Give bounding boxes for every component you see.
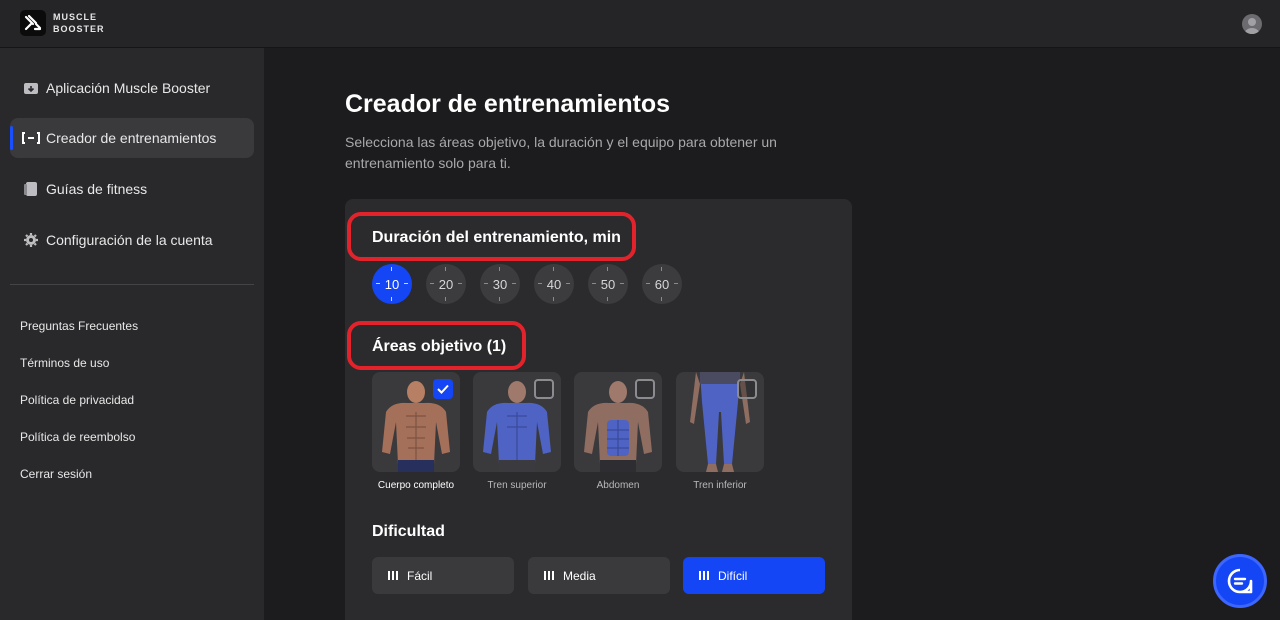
link-terms[interactable]: Términos de uso [20, 356, 109, 370]
link-privacy[interactable]: Política de privacidad [20, 393, 134, 407]
area-label-lower-body: Tren inferior [693, 480, 747, 491]
area-checkbox[interactable] [534, 379, 554, 399]
link-faq[interactable]: Preguntas Frecuentes [20, 319, 138, 333]
area-card-upper-body[interactable] [473, 372, 561, 472]
difficulty-section-title: Dificultad [372, 523, 445, 540]
difficulty-label: Difícil [718, 568, 748, 583]
sidebar-item-label: Aplicación Muscle Booster [46, 80, 211, 96]
difficulty-medium-button[interactable]: Media [528, 557, 670, 594]
duration-option-label: 30 [492, 276, 508, 292]
user-avatar[interactable] [1242, 14, 1262, 34]
page-title: Creador de entrenamientos [345, 90, 671, 118]
difficulty-bars-icon [699, 571, 709, 580]
link-logout[interactable]: Cerrar sesión [20, 467, 92, 481]
difficulty-label: Media [563, 568, 596, 583]
page-description: Selecciona las áreas objetivo, la duraci… [345, 134, 777, 171]
brand-line-1: MUSCLE [53, 12, 97, 22]
area-checkbox-checked[interactable] [433, 379, 453, 399]
duration-option-10[interactable]: 10 [372, 264, 412, 304]
area-label-abs: Abdomen [596, 480, 640, 491]
difficulty-easy-button[interactable]: Fácil [372, 557, 514, 594]
gear-icon [22, 232, 40, 248]
duration-option-30[interactable]: 30 [480, 264, 520, 304]
duration-option-label: 10 [384, 276, 400, 292]
duration-option-40[interactable]: 40 [534, 264, 574, 304]
area-label-upper-body: Tren superior [487, 480, 547, 491]
difficulty-bars-icon [388, 571, 398, 580]
area-card-abs[interactable] [574, 372, 662, 472]
sidebar-item-workout-builder[interactable]: Creador de entrenamientos [10, 118, 254, 158]
sidebar: Aplicación Muscle Booster Creador de ent… [0, 48, 264, 620]
difficulty-hard-button[interactable]: Difícil [683, 557, 825, 594]
difficulty-label: Fácil [407, 568, 433, 583]
sidebar-item-app[interactable]: Aplicación Muscle Booster [10, 68, 254, 108]
sidebar-item-account-settings[interactable]: Configuración de la cuenta [10, 220, 254, 260]
brand-logo[interactable]: MUSCLE BOOSTER [20, 10, 105, 36]
app-download-icon [22, 80, 40, 96]
area-checkbox[interactable] [635, 379, 655, 399]
duration-option-20[interactable]: 20 [426, 264, 466, 304]
duration-option-label: 50 [600, 276, 616, 292]
area-checkbox[interactable] [737, 379, 757, 399]
sidebar-item-fitness-guides[interactable]: Guías de fitness [10, 169, 254, 209]
brand-name: MUSCLE BOOSTER [53, 11, 105, 35]
link-refund[interactable]: Política de reembolso [20, 430, 135, 444]
difficulty-bars-icon [544, 571, 554, 580]
top-bar: MUSCLE BOOSTER [0, 0, 1280, 48]
areas-section-title: Áreas objetivo (1) [372, 338, 507, 355]
duration-option-50[interactable]: 50 [588, 264, 628, 304]
muscle-booster-logo-icon [20, 10, 46, 36]
dumbbell-icon [22, 130, 40, 146]
sidebar-item-label: Configuración de la cuenta [46, 232, 213, 248]
duration-option-label: 40 [546, 276, 562, 292]
duration-option-label: 20 [438, 276, 454, 292]
sidebar-item-label: Guías de fitness [46, 181, 148, 197]
duration-option-label: 60 [654, 276, 670, 292]
area-label-full-body: Cuerpo completo [377, 480, 455, 491]
area-card-lower-body[interactable] [676, 372, 764, 472]
duration-option-60[interactable]: 60 [642, 264, 682, 304]
guides-icon [22, 181, 40, 197]
checkmark-icon [437, 384, 449, 394]
duration-section-title: Duración del entrenamiento, min [372, 229, 621, 246]
sidebar-divider [10, 284, 254, 285]
sidebar-item-label: Creador de entrenamientos [46, 130, 217, 146]
brand-line-2: BOOSTER [53, 24, 105, 34]
chat-support-button[interactable] [1213, 554, 1267, 608]
chat-icon [1227, 568, 1253, 594]
area-card-full-body[interactable] [372, 372, 460, 472]
